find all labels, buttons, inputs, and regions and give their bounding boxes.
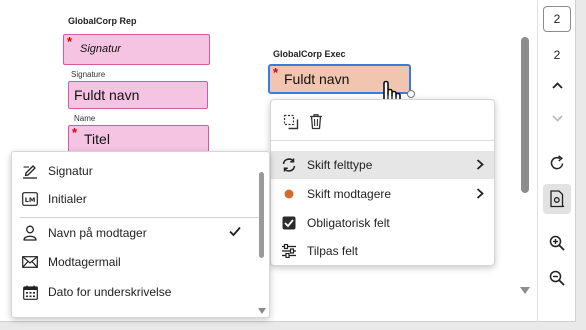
menu-item-label: Navn på modtager: [48, 226, 147, 240]
page-down-button[interactable]: [542, 103, 572, 133]
swap-icon: [281, 157, 297, 173]
page-thumbnails-button[interactable]: [543, 184, 571, 214]
field-type-submenu: Signatur LM Initialer Navn på modtager M…: [11, 151, 270, 318]
menu-item-label: Modtagermail: [48, 255, 121, 269]
person-icon: [22, 225, 38, 241]
current-page-number: 2: [553, 12, 561, 26]
field-label-signature: Signature: [71, 70, 106, 79]
field-placeholder: Fuldt navn: [284, 71, 350, 87]
menu-item-label: Dato for underskrivelse: [48, 285, 172, 299]
menu-item-label: Signatur: [48, 164, 93, 178]
chevron-right-icon: [476, 159, 484, 170]
menu-item-required-field[interactable]: Obligatorisk felt: [271, 209, 494, 237]
pen-sign-icon: [22, 163, 38, 179]
svg-text:LM: LM: [25, 196, 36, 204]
field-type-date-signed[interactable]: Dato for underskrivelse: [12, 278, 269, 306]
page-up-button[interactable]: [542, 70, 572, 100]
checkbox-checked-icon: [281, 215, 297, 231]
rep-name-field[interactable]: Fuldt navn: [68, 81, 208, 109]
rotate-button[interactable]: [542, 148, 572, 178]
menu-item-change-field-type[interactable]: Skift felttype: [271, 151, 494, 179]
field-context-menu: Skift felttype Skift modtagere Obligator…: [270, 99, 495, 266]
menu-divider: [20, 217, 262, 218]
chevron-down-icon: [551, 114, 563, 122]
current-page-input[interactable]: 2: [543, 6, 571, 32]
field-placeholder: Signatur: [80, 43, 121, 55]
submenu-scrollbar-thumb[interactable]: [259, 172, 264, 258]
field-placeholder: Fuldt navn: [74, 87, 140, 103]
field-type-signature[interactable]: Signatur: [12, 157, 269, 185]
field-type-recipient-name[interactable]: Navn på modtager: [12, 219, 269, 247]
checkmark-icon: [229, 226, 241, 237]
rep-title-field[interactable]: * Titel: [68, 125, 209, 153]
zoom-in-icon: [549, 235, 565, 251]
document-settings-icon: [549, 190, 565, 208]
rep-section-title: GlobalCorp Rep: [68, 16, 137, 26]
total-pages: 2: [553, 48, 561, 62]
menu-item-label: Skift felttype: [307, 158, 373, 172]
zoom-out-button[interactable]: [542, 263, 572, 293]
exec-section-title: GlobalCorp Exec: [273, 49, 346, 59]
chevron-right-icon: [476, 188, 484, 199]
rotate-icon: [549, 155, 565, 171]
rail-divider: [537, 0, 538, 322]
scroll-down-arrow-icon[interactable]: [258, 308, 266, 314]
required-star: *: [67, 34, 73, 49]
zoom-in-button[interactable]: [542, 228, 572, 258]
field-label-name: Name: [74, 114, 96, 123]
calendar-icon: [22, 284, 38, 300]
recipient-dot-icon: [281, 186, 297, 202]
duplicate-icon[interactable]: [283, 114, 299, 130]
chevron-up-icon: [551, 81, 563, 89]
menu-item-customize-field[interactable]: Tilpas felt: [271, 237, 494, 265]
menu-item-label: Tilpas felt: [307, 244, 358, 258]
document-canvas: GlobalCorp Rep * Signatur Signature Fuld…: [0, 0, 576, 322]
initials-icon: LM: [22, 191, 38, 207]
rep-signature-field[interactable]: * Signatur: [63, 34, 210, 65]
document-scrollbar-thumb[interactable]: [521, 37, 529, 193]
menu-item-label: Initialer: [48, 192, 87, 206]
menu-divider: [271, 140, 494, 141]
required-star: *: [72, 125, 78, 140]
resize-handle[interactable]: [407, 90, 415, 98]
sliders-icon: [281, 243, 297, 259]
field-placeholder: Titel: [84, 131, 110, 147]
menu-item-label: Obligatorisk felt: [307, 216, 390, 230]
field-type-recipient-email[interactable]: Modtagermail: [12, 248, 269, 276]
menu-item-label: Skift modtagere: [307, 187, 392, 201]
field-type-initials[interactable]: LM Initialer: [12, 185, 269, 213]
trash-icon[interactable]: [308, 113, 324, 130]
required-star: *: [273, 65, 279, 80]
scroll-down-arrow-icon[interactable]: [520, 287, 530, 294]
zoom-out-icon: [549, 270, 565, 286]
mail-icon: [22, 254, 38, 270]
menu-item-change-recipients[interactable]: Skift modtagere: [271, 180, 494, 208]
